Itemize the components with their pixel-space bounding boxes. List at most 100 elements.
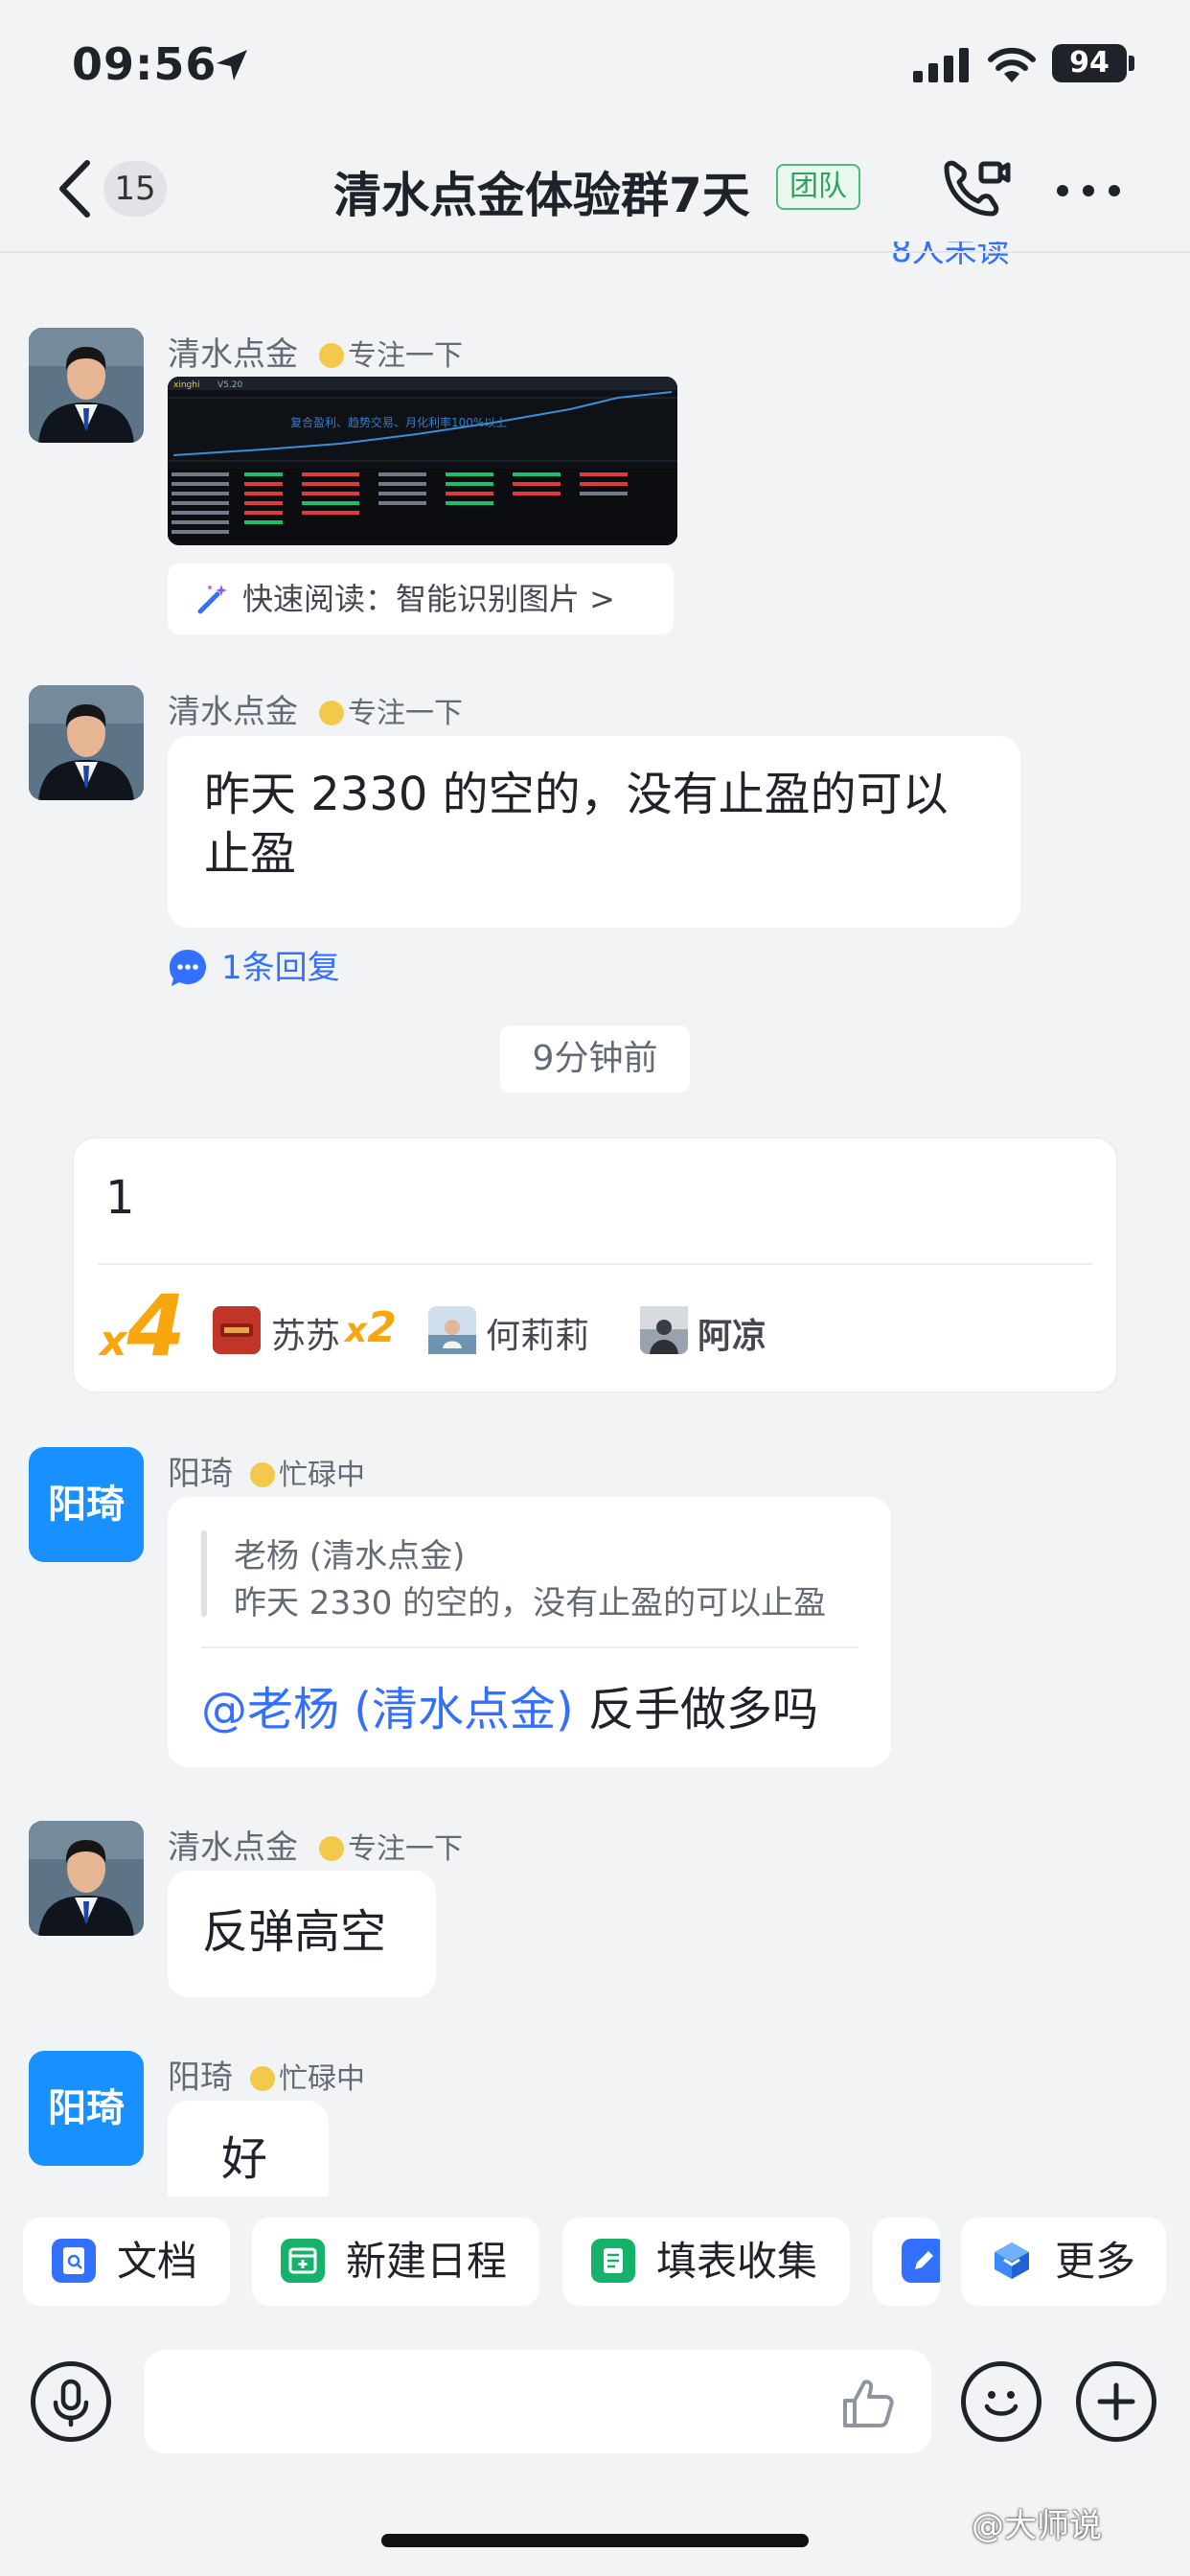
- sender-label: 清水点金: [168, 693, 298, 731]
- user-avatar: [213, 1306, 261, 1354]
- more-actions-button[interactable]: 更多: [961, 2218, 1166, 2306]
- relay-user-name: 苏苏: [271, 1317, 341, 1356]
- sender-name: 阳琦 忙碌中: [168, 1447, 365, 1494]
- new-schedule-label: 新建日程: [346, 2238, 508, 2285]
- form-collect-label: 填表收集: [656, 2238, 818, 2285]
- message-text-tail: 反手做多吗: [573, 1683, 818, 1736]
- emoji-button[interactable]: [961, 2361, 1041, 2442]
- sender-status: 忙碌中: [250, 2062, 365, 2096]
- avatar[interactable]: [29, 1821, 144, 1936]
- message-input[interactable]: [144, 2350, 931, 2453]
- microphone-icon: [53, 2379, 89, 2427]
- quick-read-label: 快速阅读：智能识别图片 >: [242, 581, 615, 617]
- chart-image-message[interactable]: xinghi V5.20 复合盈利、趋势交易、月化利率100%以上: [168, 377, 677, 545]
- avatar[interactable]: [29, 685, 144, 800]
- unread-readers[interactable]: 8人未读: [891, 242, 1010, 268]
- sender-status: 专注一下: [319, 697, 463, 730]
- message-text: @老杨 (清水点金) 反手做多吗: [201, 1680, 818, 1739]
- quick-read-button[interactable]: 快速阅读：智能识别图片 >: [168, 564, 674, 634]
- multiplier-n: 4: [126, 1276, 186, 1375]
- sender-status-label: 忙碌中: [279, 2062, 365, 2096]
- status-emoji-icon: [319, 343, 344, 368]
- quote-author[interactable]: 老杨 (清水点金): [234, 1530, 465, 1576]
- sender-name: 清水点金 专注一下: [168, 685, 463, 732]
- sender-label: 阳琦: [168, 2058, 233, 2097]
- message-bubble[interactable]: 昨天 2330 的空的，没有止盈的可以 止盈: [168, 736, 1020, 928]
- form-collect-button[interactable]: 填表收集: [562, 2218, 850, 2306]
- multiplier-x: x: [100, 1317, 127, 1366]
- magic-wand-icon: [197, 585, 227, 614]
- thumbs-up-icon[interactable]: [839, 2375, 897, 2432]
- thread-replies-link[interactable]: 1条回复: [168, 941, 340, 988]
- quote-bar: [201, 1530, 207, 1617]
- status-time: 09:56: [72, 38, 217, 90]
- emoji-icon: [984, 2391, 1018, 2416]
- sender-label: 清水点金: [168, 1828, 298, 1867]
- home-indicator[interactable]: [381, 2534, 809, 2547]
- battery-indicator: 94: [1052, 44, 1127, 82]
- sender-name: 清水点金 专注一下: [168, 1821, 463, 1868]
- user-avatar: [640, 1306, 688, 1354]
- location-arrow-icon: [217, 50, 247, 80]
- time-separator: 9分钟前: [500, 1025, 690, 1092]
- battery-cap: [1129, 56, 1134, 71]
- sender-status: 专注一下: [319, 1832, 463, 1866]
- relay-user-multiplier: x2: [345, 1303, 397, 1352]
- message-text-line: 昨天 2330 的空的，没有止盈的可以: [204, 768, 949, 821]
- message-bubble[interactable]: 好: [168, 2101, 329, 2196]
- sender-name: 阳琦 忙碌中: [168, 2051, 365, 2098]
- relay-divider: [98, 1263, 1092, 1265]
- form-icon: [591, 2239, 635, 2283]
- message-text-line: 止盈: [204, 827, 297, 881]
- status-emoji-icon: [250, 1462, 275, 1487]
- message-text: 反弹高空: [202, 1905, 387, 1959]
- sender-label: 阳琦: [168, 1455, 233, 1493]
- relay-user-name: 何莉莉: [486, 1317, 590, 1356]
- message-text: 好: [221, 2132, 268, 2186]
- multiplier-n: 2: [367, 1303, 397, 1352]
- plus-icon: [1097, 2382, 1135, 2421]
- sender-status-label: 专注一下: [348, 1832, 463, 1866]
- status-emoji-icon: [319, 1836, 344, 1861]
- image-overlay-text: 复合盈利、趋势交易、月化利率100%以上: [290, 415, 507, 429]
- avatar[interactable]: [29, 328, 144, 443]
- message-bubble[interactable]: 反弹高空: [168, 1871, 436, 1997]
- relay-user-name: 阿凉: [698, 1317, 767, 1356]
- watermark: @大师说: [972, 2507, 1102, 2545]
- image-version-text: V5.20: [217, 380, 242, 390]
- docs-label: 文档: [117, 2238, 198, 2285]
- relay-text: 1: [105, 1171, 135, 1225]
- thread-replies-label: 1条回复: [221, 949, 340, 987]
- sender-status: 专注一下: [319, 339, 463, 373]
- calendar-icon: [281, 2239, 325, 2283]
- plus-button[interactable]: [1076, 2361, 1156, 2442]
- avatar[interactable]: 阳琦: [29, 2051, 144, 2166]
- nav-divider: [0, 251, 1190, 253]
- quote-text[interactable]: 昨天 2330 的空的，没有止盈的可以止盈: [234, 1576, 826, 1623]
- sender-status: 忙碌中: [250, 1459, 365, 1492]
- team-badge: 团队: [776, 164, 860, 210]
- sender-label: 清水点金: [168, 335, 298, 374]
- more-dots-icon[interactable]: [1056, 184, 1121, 197]
- sender-status-label: 忙碌中: [279, 1459, 365, 1492]
- more-actions-label: 更多: [1055, 2238, 1136, 2285]
- microphone-button[interactable]: [31, 2361, 111, 2442]
- signal-icon: [913, 48, 969, 82]
- avatar[interactable]: 阳琦: [29, 1447, 144, 1562]
- back-chevron-icon[interactable]: [53, 157, 95, 220]
- wifi-icon: [988, 47, 1036, 82]
- chat-title[interactable]: 清水点金体验群7天: [333, 157, 750, 226]
- relay-card[interactable]: [72, 1137, 1118, 1393]
- quote-divider: [201, 1646, 858, 1648]
- user-avatar: [428, 1306, 476, 1354]
- doc-icon: [52, 2239, 96, 2283]
- reply-bubble-icon: [170, 950, 206, 986]
- unread-chats-count[interactable]: 15: [103, 161, 167, 217]
- status-emoji-icon: [250, 2066, 275, 2091]
- docs-button[interactable]: 文档: [23, 2218, 230, 2306]
- video-call-icon[interactable]: [939, 158, 1012, 219]
- sender-status-label: 专注一下: [348, 339, 463, 373]
- edit-button[interactable]: [873, 2218, 940, 2306]
- mention-link[interactable]: @老杨 (清水点金): [201, 1683, 574, 1736]
- new-schedule-button[interactable]: 新建日程: [252, 2218, 539, 2306]
